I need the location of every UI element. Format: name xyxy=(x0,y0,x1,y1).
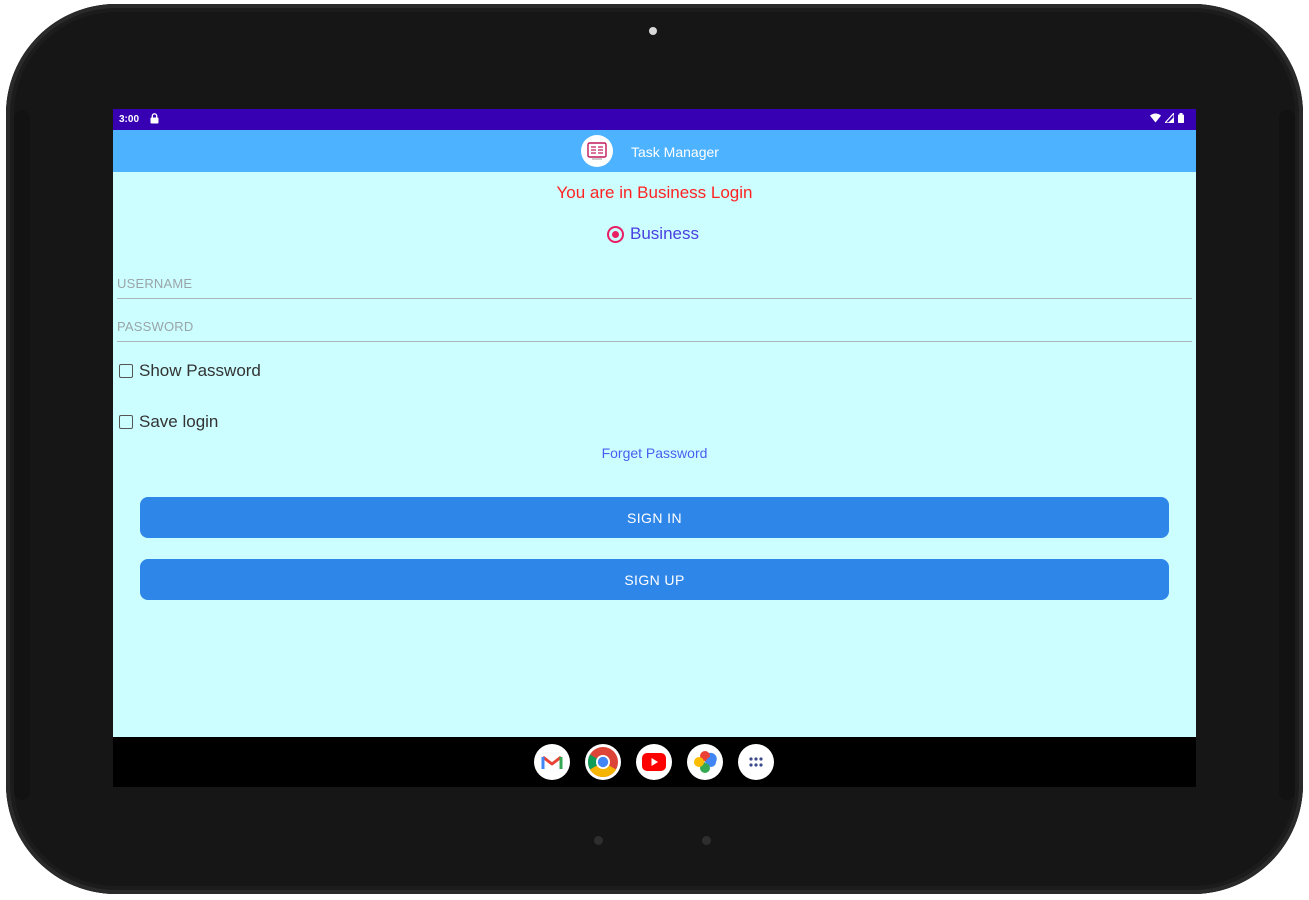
show-password-checkbox[interactable]: Show Password xyxy=(119,361,261,381)
tablet-side-right xyxy=(1279,110,1295,800)
app-title: Task Manager xyxy=(631,144,719,160)
app-drawer-icon[interactable] xyxy=(738,744,774,780)
save-login-checkbox[interactable]: Save login xyxy=(119,412,218,432)
status-time: 3:00 xyxy=(119,114,140,125)
hardware-button-right xyxy=(702,836,711,845)
gmail-icon[interactable] xyxy=(534,744,570,780)
app-bar: Task Manager xyxy=(113,130,1196,172)
photos-icon[interactable] xyxy=(687,744,723,780)
youtube-icon[interactable] xyxy=(636,744,672,780)
tablet-side-left xyxy=(14,110,30,800)
password-input[interactable] xyxy=(117,311,1192,342)
status-bar: 3:00 xyxy=(113,109,1196,130)
sign-up-button[interactable]: SIGN UP xyxy=(140,559,1169,600)
task-manager-logo-icon xyxy=(581,135,613,167)
dock-bar xyxy=(113,737,1196,787)
username-input[interactable] xyxy=(117,268,1192,299)
save-login-checkbox-box[interactable] xyxy=(119,415,133,429)
save-login-label: Save login xyxy=(139,412,219,431)
forget-password-link[interactable]: Forget Password xyxy=(113,445,1196,461)
battery-icon xyxy=(1178,113,1184,123)
radio-selected-dot xyxy=(612,230,619,238)
business-radio-label: Business xyxy=(630,224,699,243)
camera-icon xyxy=(649,27,657,35)
chrome-icon[interactable] xyxy=(585,744,621,780)
radio-button[interactable] xyxy=(607,225,624,243)
device-screen: 3:00 Task Manager You are in Business Lo… xyxy=(113,109,1196,787)
hardware-button-left xyxy=(594,836,603,845)
wifi-icon xyxy=(1150,113,1161,123)
sign-in-button[interactable]: SIGN IN xyxy=(140,497,1169,538)
status-icons xyxy=(1150,113,1184,123)
signal-icon xyxy=(1165,113,1174,123)
show-password-label: Show Password xyxy=(139,361,261,380)
login-mode-heading: You are in Business Login xyxy=(556,183,753,202)
lock-icon xyxy=(150,113,159,124)
business-radio[interactable]: Business xyxy=(607,224,699,244)
show-password-checkbox-box[interactable] xyxy=(119,364,133,378)
